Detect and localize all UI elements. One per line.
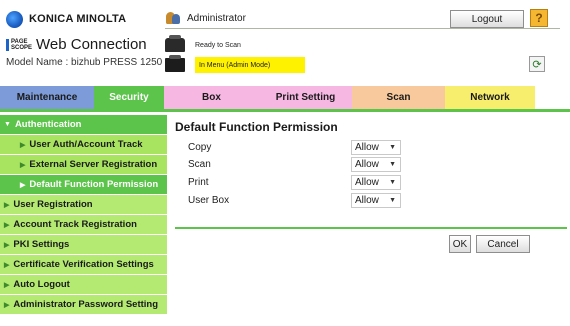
select-value: Allow [355, 194, 379, 206]
ok-button[interactable]: OK [449, 235, 471, 253]
tab-box[interactable]: Box [164, 86, 259, 109]
arrow-right-icon: ▶ [4, 221, 10, 229]
refresh-icon[interactable]: ⟳ [529, 56, 545, 72]
sidebar-item-label: Account Track Registration [13, 219, 137, 230]
page-title: Default Function Permission [175, 120, 338, 134]
sidebar-item-label: Certificate Verification Settings [13, 259, 154, 270]
tab-security[interactable]: Security [94, 86, 164, 109]
status-mode: In Menu (Admin Mode) [165, 55, 305, 73]
select-value: Allow [355, 158, 379, 170]
sidebar-item-label: Administrator Password Setting [13, 299, 159, 310]
sidebar: ▼ Authentication ▶ User Auth/Account Tra… [0, 115, 167, 326]
status-mode-text: In Menu (Admin Mode) [195, 57, 305, 73]
sidebar-item-label: External Server Registration [29, 159, 158, 170]
main-tabs: Maintenance Security Box Print Setting S… [0, 86, 535, 109]
administrator-icon [165, 10, 181, 26]
permission-row-scan: Scan Allow ▼ [188, 156, 428, 172]
chevron-down-icon: ▼ [389, 160, 396, 168]
tab-print-setting[interactable]: Print Setting [259, 86, 352, 109]
sidebar-item-auto-logout[interactable]: ▶ Auto Logout [0, 275, 167, 295]
chevron-down-icon: ▼ [389, 196, 396, 204]
arrow-right-icon: ▶ [4, 201, 10, 209]
pagescope-logo-icon: PAGE SCOPE [6, 38, 32, 52]
sidebar-item-label: Default Function Permission [29, 179, 159, 190]
arrow-right-icon: ▶ [20, 141, 26, 149]
printer-icon [165, 35, 185, 52]
sidebar-item-default-function-permission[interactable]: ▶ Default Function Permission [0, 175, 167, 195]
sidebar-item-account-track-registration[interactable]: ▶ Account Track Registration [0, 215, 167, 235]
chevron-down-icon: ▼ [389, 178, 396, 186]
sidebar-item-label: PKI Settings [13, 239, 70, 250]
sidebar-item-user-registration[interactable]: ▶ User Registration [0, 195, 167, 215]
chevron-down-icon: ▼ [389, 143, 396, 151]
tab-scan[interactable]: Scan [352, 86, 445, 109]
sidebar-item-label: Auto Logout [13, 279, 70, 290]
model-name: Model Name : bizhub PRESS 1250 [6, 57, 163, 68]
status-ready-text: Ready to Scan [195, 41, 241, 49]
user-label: Administrator [187, 12, 246, 24]
select-value: Allow [355, 176, 379, 188]
konica-minolta-globe-icon [6, 10, 23, 28]
tabs-underline [0, 109, 570, 112]
print-permission-select[interactable]: Allow ▼ [351, 174, 401, 190]
user-box-permission-select[interactable]: Allow ▼ [351, 192, 401, 208]
sidebar-item-administrator-password-setting[interactable]: ▶ Administrator Password Setting [0, 295, 167, 315]
brand-logo: KONICA MINOLTA [6, 10, 126, 28]
sidebar-item-user-auth-account-track[interactable]: ▶ User Auth/Account Track [0, 135, 167, 155]
pagescope-logo-text: PAGE SCOPE [11, 38, 33, 51]
sidebar-item-pki-settings[interactable]: ▶ PKI Settings [0, 235, 167, 255]
sidebar-item-certificate-verification-settings[interactable]: ▶ Certificate Verification Settings [0, 255, 167, 275]
permission-label: Scan [188, 158, 211, 170]
scan-permission-select[interactable]: Allow ▼ [351, 156, 401, 172]
machine-status-icon [165, 55, 185, 72]
status-ready: Ready to Scan [165, 35, 241, 52]
current-user: Administrator [165, 10, 246, 26]
tab-maintenance[interactable]: Maintenance [0, 86, 94, 109]
logout-button[interactable]: Logout [450, 10, 524, 28]
sidebar-item-authentication[interactable]: ▼ Authentication [0, 115, 167, 135]
web-connection-label: Web Connection [36, 36, 147, 53]
form-divider [175, 227, 567, 229]
cancel-button[interactable]: Cancel [476, 235, 530, 253]
select-value: Allow [355, 141, 379, 153]
help-icon[interactable]: ? [530, 9, 548, 27]
permission-label: Copy [188, 141, 212, 153]
arrow-right-icon: ▶ [4, 301, 10, 309]
arrow-right-icon: ▶ [20, 161, 26, 169]
arrow-right-icon: ▶ [4, 241, 10, 249]
sidebar-item-label: User Auth/Account Track [29, 139, 143, 150]
copy-permission-select[interactable]: Allow ▼ [351, 139, 401, 155]
expand-arrow-icon: ▼ [4, 121, 11, 128]
arrow-right-icon: ▶ [4, 261, 10, 269]
permission-label: User Box [188, 194, 230, 206]
sidebar-item-label: Authentication [14, 119, 82, 130]
arrow-right-icon: ▶ [4, 281, 10, 289]
web-connection-title: PAGE SCOPE Web Connection [6, 36, 147, 53]
permission-row-copy: Copy Allow ▼ [188, 139, 428, 155]
header-divider [165, 28, 560, 29]
tab-network[interactable]: Network [445, 86, 535, 109]
sidebar-item-label: User Registration [13, 199, 93, 210]
brand-name: KONICA MINOLTA [29, 13, 127, 25]
sidebar-item-external-server-registration[interactable]: ▶ External Server Registration [0, 155, 167, 175]
permission-row-user-box: User Box Allow ▼ [188, 192, 428, 208]
arrow-right-icon: ▶ [20, 181, 26, 189]
permission-label: Print [188, 176, 209, 188]
permission-row-print: Print Allow ▼ [188, 174, 428, 190]
